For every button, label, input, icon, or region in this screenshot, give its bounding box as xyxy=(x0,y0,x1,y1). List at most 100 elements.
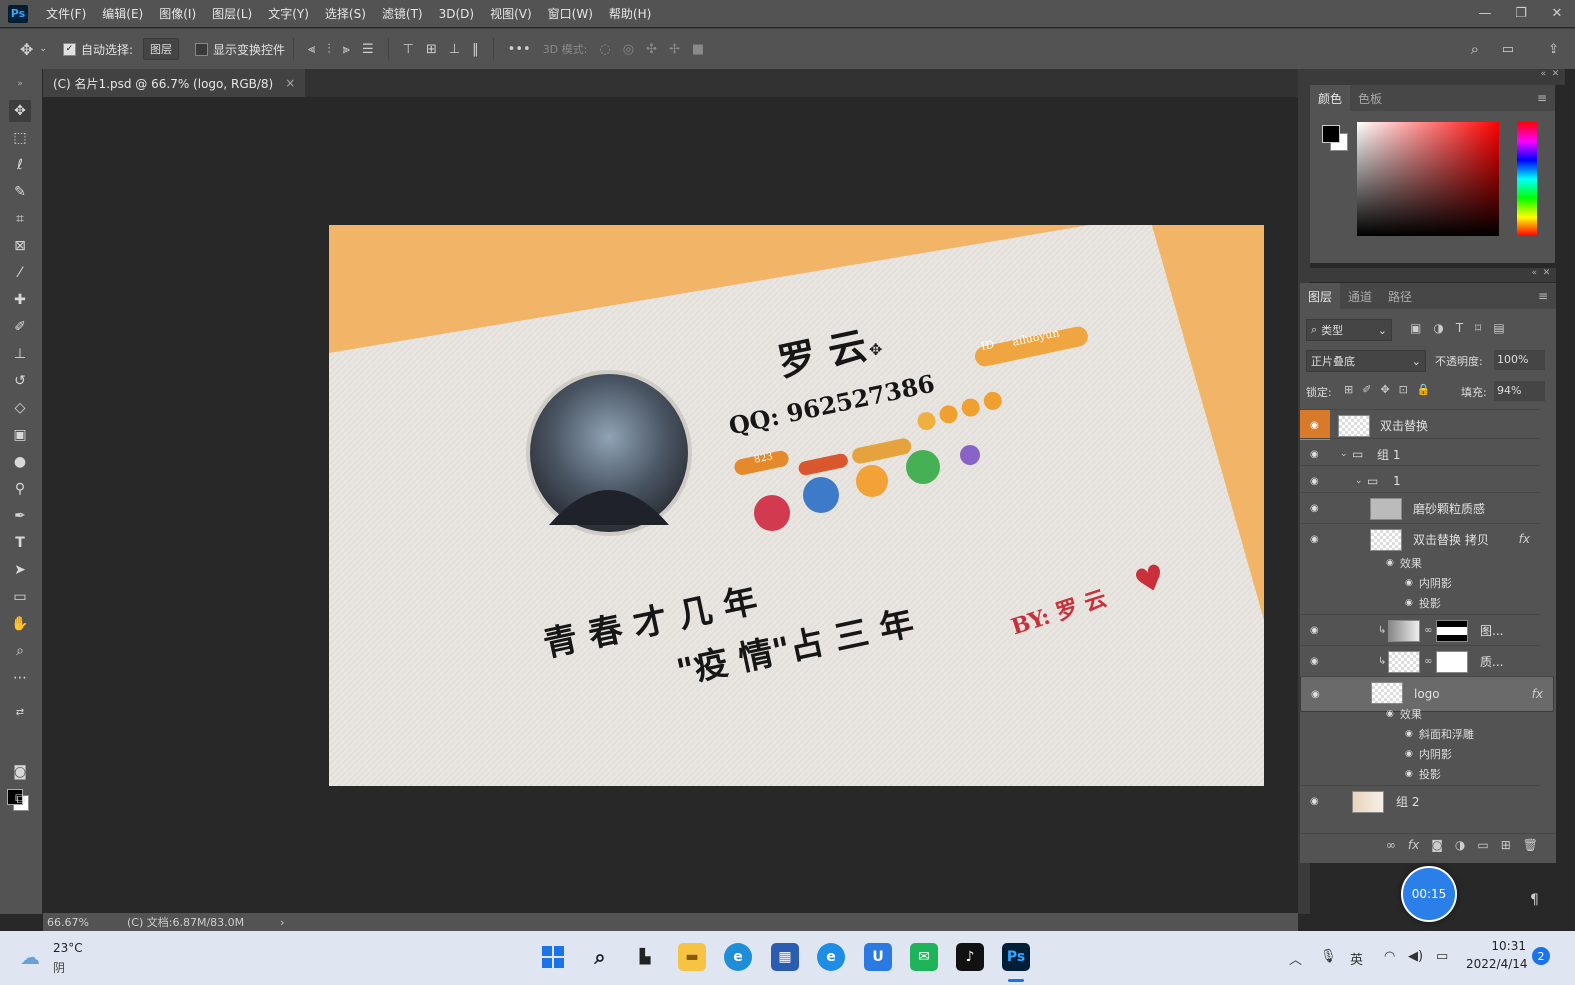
battery-icon[interactable]: ▭ xyxy=(1436,949,1448,964)
layer-mask-thumbnail[interactable] xyxy=(1436,651,1468,673)
move-tool-icon[interactable]: ✥ xyxy=(9,100,31,122)
adjustment-filter-icon[interactable]: ◑ xyxy=(1433,321,1455,335)
workspace-icon[interactable]: ▭ xyxy=(1502,42,1514,57)
menu-layer[interactable]: 图层(L) xyxy=(212,5,252,22)
effect-item[interactable]: ◉ 斜面和浮雕 xyxy=(1405,724,1474,744)
photoshop-logo-icon[interactable]: Ps xyxy=(8,4,28,23)
search-icon[interactable]: ⌕ xyxy=(1471,40,1479,58)
rectangle-tool-icon[interactable]: ▭ xyxy=(9,586,31,608)
tiktok-icon[interactable]: ♪ xyxy=(956,943,984,971)
eye-icon[interactable]: ◉ xyxy=(1310,503,1322,514)
blur-tool-icon[interactable]: ● xyxy=(9,451,31,473)
menu-filter[interactable]: 滤镜(T) xyxy=(382,5,423,22)
menu-edit[interactable]: 编辑(E) xyxy=(102,5,143,22)
chevron-up-icon[interactable]: ︿ xyxy=(1289,949,1302,968)
chevron-down-icon[interactable]: ⌄ xyxy=(39,44,47,54)
eye-icon[interactable]: ◉ xyxy=(1405,729,1413,739)
distribute-icon[interactable]: ☰ xyxy=(362,42,374,57)
stamp-tool-icon[interactable]: ⊥ xyxy=(9,343,31,365)
share-icon[interactable]: ⇪ xyxy=(1548,42,1559,57)
tab-swatches[interactable]: 色板 xyxy=(1350,85,1390,111)
align-right-icon[interactable]: ⫸ xyxy=(343,42,350,57)
auto-select-checkbox[interactable]: ✓ 自动选择: xyxy=(62,41,133,58)
menu-image[interactable]: 图像(I) xyxy=(159,5,196,22)
image-filter-icon[interactable]: ▣ xyxy=(1410,321,1433,335)
zoom-tool-icon[interactable]: ⌕ xyxy=(9,640,31,662)
more-tools-icon[interactable]: ⋯ xyxy=(9,667,31,689)
lock-position-icon[interactable]: ✥ xyxy=(1380,383,1398,396)
delete-layer-icon[interactable]: 🗑 xyxy=(1523,838,1538,852)
effect-item[interactable]: ◉ 内阴影 xyxy=(1405,744,1452,764)
marquee-tool-icon[interactable]: ⬚ xyxy=(9,127,31,149)
collapse-panel-icon[interactable]: « xyxy=(1531,268,1537,278)
frame-tool-icon[interactable]: ⊠ xyxy=(9,235,31,257)
volume-icon[interactable]: ◀) xyxy=(1408,949,1423,964)
lock-pixels-icon[interactable]: ⊞ xyxy=(1344,383,1362,396)
collapse-icon[interactable]: » xyxy=(9,73,31,95)
type-tool-icon[interactable]: T xyxy=(9,532,31,554)
tab-paths[interactable]: 路径 xyxy=(1380,283,1420,309)
eye-icon[interactable]: ◉ xyxy=(1405,769,1413,779)
eye-icon[interactable]: ◉ xyxy=(1405,749,1413,759)
align-center-icon[interactable]: ⫶ xyxy=(327,42,330,57)
pen-tool-icon[interactable]: ✒ xyxy=(9,505,31,527)
hand-tool-icon[interactable]: ✋ xyxy=(9,613,31,635)
panel-menu-icon[interactable]: ≡ xyxy=(1538,289,1548,303)
app-u-icon[interactable]: U xyxy=(864,943,892,971)
zoom-level[interactable]: 66.67% xyxy=(47,916,117,929)
blend-mode-dropdown[interactable]: 正片叠底 ⌄ xyxy=(1306,350,1426,372)
lock-artboard-icon[interactable]: ⊡ xyxy=(1399,383,1417,396)
microphone-icon[interactable]: 🎙 xyxy=(1320,949,1337,964)
weather-temp[interactable]: 23°C xyxy=(53,941,83,955)
eraser-tool-icon[interactable]: ◇ xyxy=(9,397,31,419)
color-fg-swatch[interactable] xyxy=(1322,125,1340,143)
eye-icon[interactable]: ◉ xyxy=(1405,598,1413,608)
eye-icon[interactable]: ◉ xyxy=(1310,796,1322,807)
path-select-icon[interactable]: ➤ xyxy=(9,559,31,581)
layer-row[interactable]: ◉ 双击替换 拷贝 fx xyxy=(1300,523,1540,554)
fx-icon[interactable]: fx xyxy=(1532,687,1543,701)
gradient-tool-icon[interactable]: ▣ xyxy=(9,424,31,446)
task-view-icon[interactable]: ▙ xyxy=(631,943,659,971)
link-icon[interactable]: ∞ xyxy=(1424,656,1432,667)
fx-icon[interactable]: fx xyxy=(1519,532,1530,546)
auto-select-target-dropdown[interactable]: 图层 xyxy=(143,38,179,60)
clock-time[interactable]: 10:31 xyxy=(1466,939,1526,953)
new-layer-icon[interactable]: ⊞ xyxy=(1501,838,1511,852)
menu-select[interactable]: 选择(S) xyxy=(325,5,366,22)
filter-icons[interactable]: ▣◑T⌑▤ xyxy=(1410,321,1517,335)
windows-start-icon[interactable] xyxy=(539,943,567,971)
quick-select-tool-icon[interactable]: ✎ xyxy=(9,181,31,203)
type-filter-icon[interactable]: T xyxy=(1456,321,1475,335)
ie-browser-icon[interactable]: e xyxy=(817,943,845,971)
eye-icon[interactable]: ◉ xyxy=(1310,476,1322,487)
mail-app-icon[interactable]: ✉ xyxy=(910,943,938,971)
effects-group[interactable]: ◉ 效果 xyxy=(1386,704,1422,724)
smart-filter-icon[interactable]: ▤ xyxy=(1493,321,1516,335)
eye-icon[interactable]: ◉ xyxy=(1311,689,1323,700)
color-field[interactable] xyxy=(1357,122,1499,236)
menu-type[interactable]: 文字(Y) xyxy=(268,5,309,22)
menu-window[interactable]: 窗口(W) xyxy=(548,5,593,22)
menu-file[interactable]: 文件(F) xyxy=(46,5,86,22)
history-brush-icon[interactable]: ↺ xyxy=(9,370,31,392)
eye-icon[interactable]: ◉ xyxy=(1310,656,1322,667)
file-explorer-icon[interactable]: ▬ xyxy=(678,943,706,971)
collapse-panel-icon[interactable]: « xyxy=(1540,69,1546,79)
adjustment-layer-icon[interactable]: ◑ xyxy=(1455,838,1465,852)
effect-item[interactable]: ◉ 投影 xyxy=(1405,764,1441,784)
document-canvas[interactable]: 罗 云 QQ: 962527386 ID ailuoyun 823 青 春 才 … xyxy=(329,225,1264,786)
show-transform-checkbox[interactable]: 显示变换控件 xyxy=(195,41,285,58)
align-left-icon[interactable]: ⫷ xyxy=(308,42,315,57)
move-tool-preset-icon[interactable]: ✥ xyxy=(20,40,33,59)
weather-desc[interactable]: 阴 xyxy=(53,959,65,976)
store-icon[interactable]: ▦ xyxy=(771,943,799,971)
align-middle-icon[interactable]: ⊞ xyxy=(426,42,437,57)
restore-icon[interactable]: ❐ xyxy=(1503,0,1539,27)
hue-slider[interactable] xyxy=(1517,122,1537,236)
layer-row[interactable]: ◉ 双击替换 xyxy=(1300,409,1540,440)
add-style-icon[interactable]: fx xyxy=(1408,838,1419,852)
swap-colors-icon[interactable]: ⇄ xyxy=(9,701,31,723)
layer-filter-dropdown[interactable]: ⌕ 类型 ⌄ xyxy=(1306,319,1392,341)
clock-date[interactable]: 2022/4/14 xyxy=(1466,957,1528,971)
